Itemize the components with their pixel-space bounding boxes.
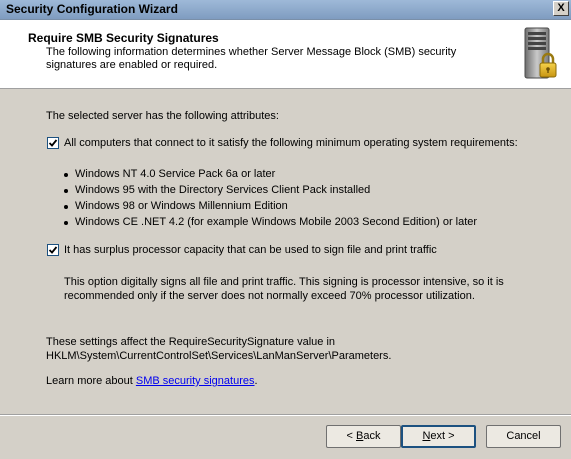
surplus-capacity-label[interactable]: It has surplus processor capacity that c… (64, 243, 437, 257)
next-label-rest: ext > (430, 430, 455, 442)
close-icon: X (557, 2, 565, 14)
wizard-content: The selected server has the following at… (0, 89, 571, 414)
learn-more-prefix: Learn more about (46, 375, 136, 387)
list-item: Windows NT 4.0 Service Pack 6a or later (75, 168, 276, 180)
bullet-icon (64, 173, 68, 177)
surplus-capacity-checkbox[interactable] (47, 244, 59, 256)
page-title: Require SMB Security Signatures (28, 31, 219, 45)
option-note-line-1: This option digitally signs all file and… (64, 276, 504, 288)
server-lock-icon (524, 27, 557, 79)
cancel-button[interactable]: Cancel (486, 425, 561, 448)
title-bar[interactable]: Security Configuration Wizard X (0, 0, 571, 20)
settings-info-line-1: These settings affect the RequireSecurit… (46, 336, 336, 348)
os-requirements-label[interactable]: All computers that connect to it satisfy… (64, 136, 518, 150)
bullet-icon (64, 189, 68, 193)
close-button[interactable]: X (553, 1, 569, 16)
settings-info-line-2: HKLM\System\CurrentControlSet\Services\L… (46, 350, 392, 362)
checkmark-icon (48, 246, 58, 254)
bullet-icon (64, 205, 68, 209)
intro-text: The selected server has the following at… (46, 110, 279, 122)
page-description: The following information determines whe… (46, 46, 457, 71)
next-button[interactable]: Next > (401, 425, 476, 448)
back-button[interactable]: < Back (326, 425, 401, 448)
smb-signatures-link[interactable]: SMB security signatures (136, 375, 255, 387)
back-prefix: < (346, 430, 356, 442)
os-requirements-checkbox[interactable] (47, 137, 59, 149)
checkmark-icon (48, 139, 58, 147)
back-label-rest: ack (363, 430, 381, 442)
list-item: Windows 98 or Windows Millennium Edition (75, 200, 288, 212)
list-item: Windows CE .NET 4.2 (for example Windows… (75, 216, 478, 228)
learn-more-suffix: . (254, 375, 258, 387)
list-item: Windows 95 with the Directory Services C… (75, 184, 371, 196)
learn-more-text: Learn more about SMB security signatures… (46, 374, 258, 388)
footer-separator (0, 414, 571, 416)
window-title: Security Configuration Wizard (6, 2, 178, 16)
wizard-header: Require SMB Security Signatures The foll… (0, 20, 571, 89)
bullet-icon (64, 221, 68, 225)
option-note-line-2: recommended only if the server does not … (64, 290, 475, 302)
